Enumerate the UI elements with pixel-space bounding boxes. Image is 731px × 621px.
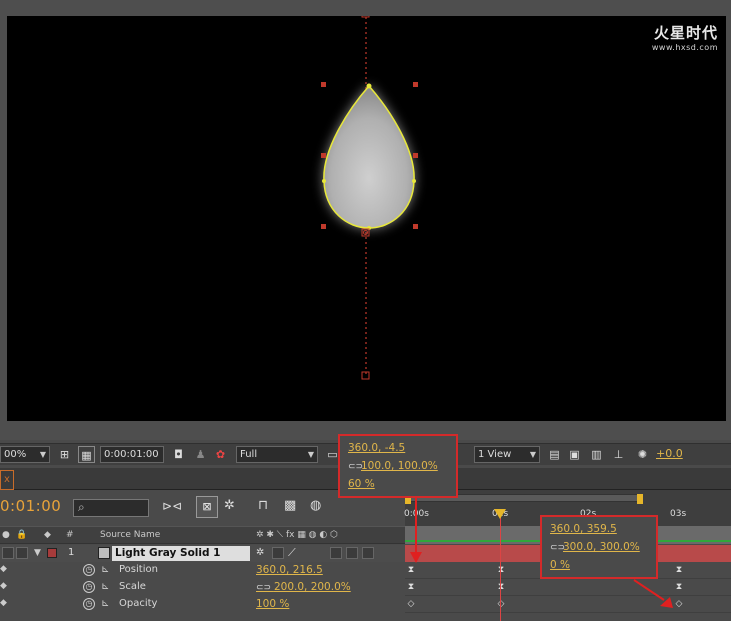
link-icon: ⊂⊃ xyxy=(550,543,566,553)
callout-opacity: 0 % xyxy=(550,559,570,571)
callout-position: 360.0, 359.5 xyxy=(550,523,617,535)
callout-opacity: 60 % xyxy=(348,478,375,490)
callout-scale: 300.0, 300.0% xyxy=(563,541,640,553)
callout-start-values: 360.0, -4.5 ⊂⊃100.0, 100.0% 60 % xyxy=(338,434,458,498)
callout-position: 360.0, -4.5 xyxy=(348,442,406,454)
link-icon: ⊂⊃ xyxy=(348,462,364,472)
callout-end-values: 360.0, 359.5 ⊂⊃300.0, 300.0% 0 % xyxy=(540,515,658,579)
callout-scale-line: ⊂⊃100.0, 100.0% xyxy=(348,457,448,475)
callout-scale-line: ⊂⊃300.0, 300.0% xyxy=(550,538,648,556)
callout-scale: 100.0, 100.0% xyxy=(361,460,438,472)
